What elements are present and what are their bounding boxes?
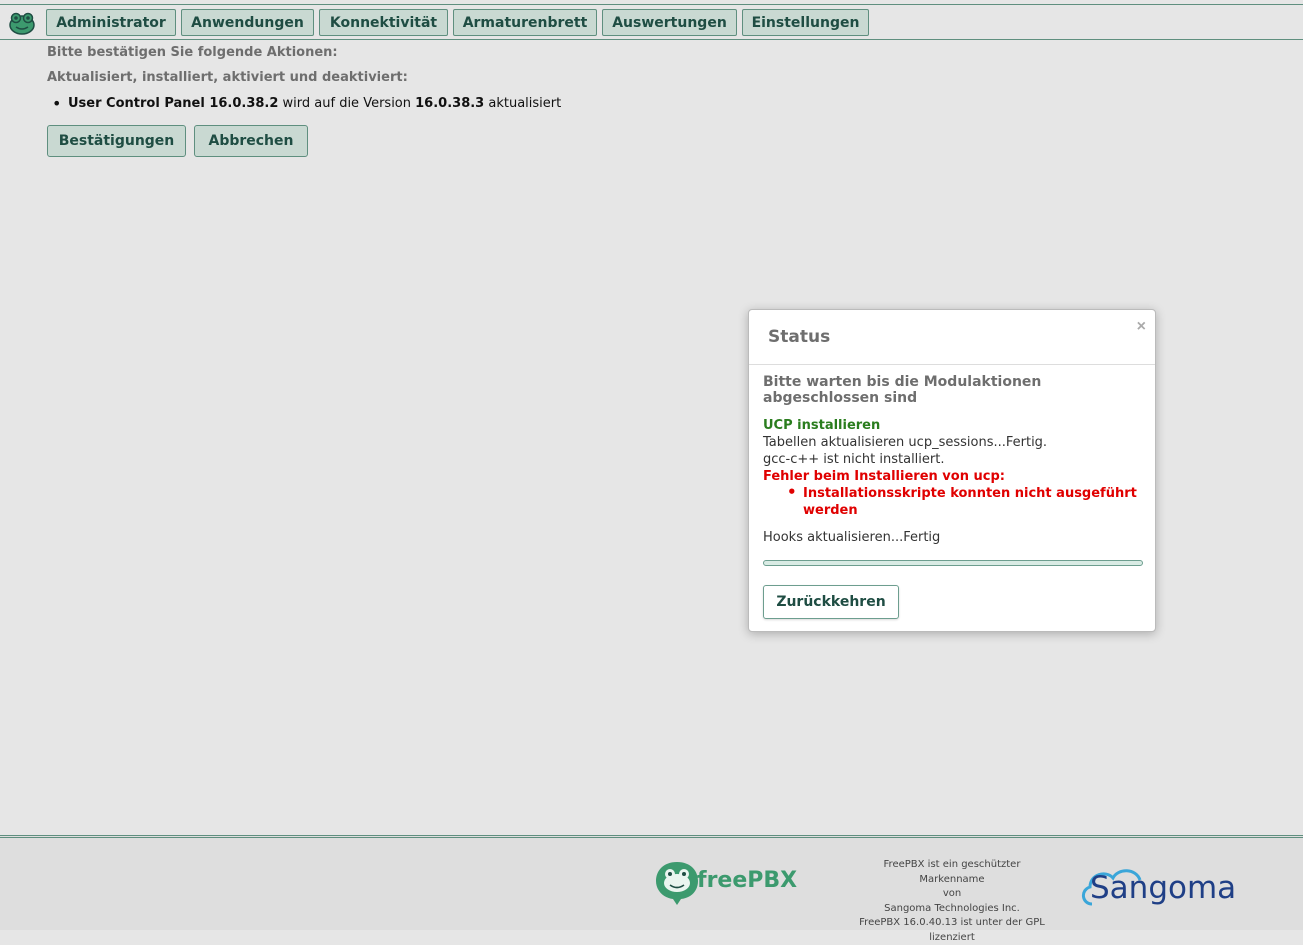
wait-message: Bitte warten bis die Modulaktionen abges… (763, 374, 1141, 406)
nav-anwendungen[interactable]: Anwendungen (181, 9, 314, 36)
nav-administrator[interactable]: Administrator (46, 9, 176, 36)
dialog-body: Bitte warten bis die Modulaktionen abges… (749, 365, 1155, 619)
main-content: Bitte bestätigen Sie folgende Aktionen: … (47, 44, 747, 94)
log-line-2: gcc-c++ ist nicht installiert. (763, 451, 1141, 468)
error-title: Fehler beim Installieren von ucp: (763, 468, 1141, 485)
dialog-header: Status × (749, 310, 1155, 365)
dialog-title: Status (768, 327, 830, 347)
legal-line: FreePBX 16.0.40.13 ist unter der GPL (852, 916, 1052, 931)
install-title: UCP installieren (763, 417, 1141, 434)
close-icon[interactable]: × (1137, 318, 1146, 336)
progress-bar (763, 560, 1143, 566)
footer: freePBX FreePBX ist ein geschützter Mark… (0, 835, 1303, 930)
legal-text: FreePBX ist ein geschützter Markenname v… (852, 858, 1052, 945)
update-middle-text: wird auf die Version (278, 96, 415, 111)
sangoma-wordmark: Sangoma (1090, 870, 1236, 906)
nav-armaturenbrett[interactable]: Armaturenbrett (453, 9, 597, 36)
hooks-line: Hooks aktualisieren...Fertig (763, 529, 1141, 546)
module-name: User Control Panel 16.0.38.2 (68, 96, 278, 111)
confirm-heading: Bitte bestätigen Sie folgende Aktionen: (47, 44, 747, 69)
nav-einstellungen[interactable]: Einstellungen (742, 9, 869, 36)
actions-heading: Aktualisiert, installiert, aktiviert und… (47, 69, 747, 94)
return-button[interactable]: Zurückkehren (763, 585, 899, 619)
freepbx-wordmark: freePBX (697, 868, 797, 893)
nav-konnektivitaet[interactable]: Konnektivität (319, 9, 448, 36)
update-list-item: User Control Panel 16.0.38.2 wird auf di… (68, 96, 561, 111)
log-line-1: Tabellen aktualisieren ucp_sessions...Fe… (763, 434, 1141, 451)
update-tail-text: aktualisiert (484, 96, 561, 111)
target-version: 16.0.38.3 (415, 96, 484, 111)
legal-line: von (852, 887, 1052, 902)
nav-auswertungen[interactable]: Auswertungen (602, 9, 737, 36)
legal-line: Sangoma Technologies Inc. (852, 902, 1052, 917)
cancel-button[interactable]: Abbrechen (194, 125, 308, 157)
top-nav: Administrator Anwendungen Konnektivität … (0, 4, 1303, 40)
confirm-button[interactable]: Bestätigungen (47, 125, 186, 157)
legal-line: lizenziert (852, 931, 1052, 945)
legal-line: FreePBX ist ein geschützter Markenname (852, 858, 1052, 887)
error-item: Installationsskripte konnten nicht ausge… (763, 485, 1141, 519)
status-dialog: Status × Bitte warten bis die Modulaktio… (748, 309, 1156, 632)
freepbx-frog-icon[interactable] (8, 10, 36, 36)
